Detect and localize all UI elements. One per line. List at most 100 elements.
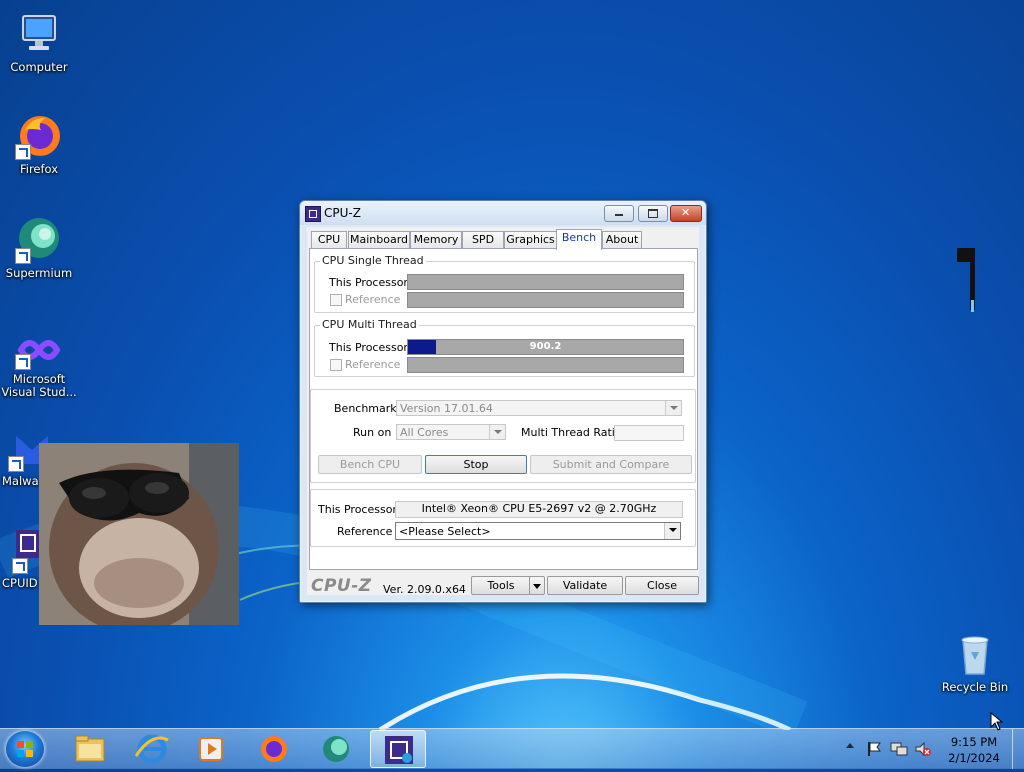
multi-score-value: 900.2 (529, 341, 562, 352)
shortcut-arrow-icon (15, 354, 31, 370)
chevron-down-icon (664, 523, 680, 539)
desktop-icon-label: CPUID (2, 576, 38, 590)
tab-mainboard[interactable]: Mainboard (348, 231, 410, 249)
close-button[interactable]: Close (625, 576, 699, 595)
shortcut-arrow-icon (15, 248, 31, 264)
chevron-down-icon (665, 401, 681, 415)
multi-thread-ratio-field (614, 425, 684, 441)
firefox-icon (15, 112, 63, 160)
folder-icon (75, 735, 105, 762)
desktop-icon-firefox[interactable]: Firefox (1, 112, 77, 176)
desktop-icon-label: Recycle Bin (941, 680, 1009, 694)
tools-button[interactable]: Tools (471, 576, 531, 595)
single-thread-title: CPU Single Thread (320, 254, 426, 267)
desktop-icon-computer[interactable]: Computer (1, 10, 77, 74)
tab-graphics[interactable]: Graphics (504, 231, 557, 249)
validate-button[interactable]: Validate (547, 576, 623, 595)
compare-reference-label: Reference (337, 525, 393, 538)
taskbar-internet-explorer[interactable] (124, 730, 180, 768)
run-on-select[interactable]: All Cores (396, 424, 506, 440)
action-center-flag-icon[interactable] (866, 741, 882, 757)
volume-muted-icon[interactable] (914, 741, 932, 757)
desktop-icon-recycle-bin[interactable]: Recycle Bin (940, 630, 1010, 694)
desktop-icon-label: Computer (10, 60, 68, 74)
tab-spd[interactable]: SPD (462, 231, 504, 249)
desktop-icon-label: Supermium (5, 266, 73, 280)
multi-reference-label: Reference (345, 358, 401, 371)
chimpanzee-sunglasses-image (39, 443, 239, 625)
maximize-button[interactable] (638, 205, 668, 222)
shortcut-arrow-icon (8, 456, 24, 472)
tab-cpu[interactable]: CPU (311, 231, 347, 249)
version-text: Ver. 2.09.0.x64 (383, 583, 466, 596)
mouse-cursor-icon (990, 712, 1004, 731)
computer-icon (15, 10, 63, 58)
tools-dropdown-button[interactable] (529, 576, 545, 595)
taskbar: 9:15 PM 2/1/2024 (0, 728, 1024, 769)
internet-explorer-icon (134, 734, 169, 764)
window-titlebar[interactable]: CPU-Z (300, 201, 706, 225)
multi-this-processor-label: This Processor (329, 341, 408, 354)
show-desktop-button[interactable] (1012, 729, 1024, 769)
taskbar-cpuz[interactable] (370, 730, 426, 768)
stop-button[interactable]: Stop (425, 455, 527, 474)
run-on-select-value: All Cores (400, 426, 449, 439)
chevron-down-icon (489, 425, 505, 439)
cpuid-icon (12, 526, 42, 574)
this-processor-name: Intel® Xeon® CPU E5-2697 v2 @ 2.70GHz (395, 501, 683, 518)
tab-bench[interactable]: Bench (556, 229, 602, 250)
minimize-button[interactable] (604, 205, 634, 222)
taskbar-explorer[interactable] (62, 730, 118, 768)
submit-compare-button[interactable]: Submit and Compare (530, 455, 692, 474)
multi-reference-checkbox[interactable] (330, 359, 342, 371)
network-icon[interactable] (890, 741, 908, 757)
desktop-icon-cpuid[interactable]: CPUID (0, 526, 44, 590)
clock-date: 2/1/2024 (948, 751, 1000, 765)
recycle-bin-icon (951, 630, 999, 678)
single-thread-group: CPU Single Thread This Processor Referen… (314, 254, 695, 313)
clock-time: 9:15 PM (950, 735, 998, 749)
taskbar-supermium[interactable] (308, 730, 364, 768)
desktop-icon-supermium[interactable]: Supermium (1, 216, 77, 280)
shortcut-arrow-icon (12, 558, 28, 574)
single-this-processor-label: This Processor (329, 276, 408, 289)
supermium-icon (323, 736, 349, 762)
tab-about[interactable]: About (602, 231, 642, 249)
benchmark-select[interactable]: Version 17.01.64 (396, 400, 682, 416)
multi-this-processor-bar: 900.2 (407, 339, 684, 355)
taskbar-firefox[interactable] (246, 730, 302, 768)
compare-this-processor-label: This Processor (318, 503, 397, 516)
single-reference-checkbox[interactable] (330, 294, 342, 306)
bench-cpu-button[interactable]: Bench CPU (318, 455, 422, 474)
desktop-icon-label: Malwa (2, 474, 39, 488)
cpuz-app-icon (305, 206, 321, 222)
single-reference-bar (407, 292, 684, 308)
single-reference-label: Reference (345, 293, 401, 306)
multi-reference-bar (407, 357, 684, 373)
multi-thread-group: CPU Multi Thread This Processor 900.2 Re… (314, 318, 695, 377)
close-window-button[interactable] (670, 205, 702, 222)
window-client: CPU Mainboard Memory SPD Graphics Bench … (307, 227, 699, 596)
taskbar-media-player[interactable] (184, 730, 240, 768)
shortcut-arrow-icon (15, 144, 31, 160)
reference-select[interactable]: <Please Select> (395, 522, 681, 540)
bench-panel: CPU Single Thread This Processor Referen… (309, 248, 698, 570)
compare-group: This Processor Intel® Xeon® CPU E5-2697 … (310, 489, 696, 547)
benchmark-label: Benchmark (334, 402, 397, 415)
windows-logo-icon (17, 741, 33, 757)
start-button[interactable] (6, 731, 44, 767)
reference-select-value: <Please Select> (399, 525, 491, 538)
taskbar-clock[interactable]: 9:15 PM 2/1/2024 (942, 734, 1006, 766)
settings-group: Benchmark Version 17.01.64 Run on All Co… (310, 389, 696, 483)
desktop-icon-label: Firefox (19, 162, 59, 176)
cpuz-icon (385, 736, 413, 764)
show-hidden-icons-button[interactable] (846, 743, 854, 748)
benchmark-select-value: Version 17.01.64 (400, 402, 493, 415)
firefox-icon (261, 736, 287, 762)
supermium-icon (15, 216, 63, 264)
desktop-icon-visual-studio[interactable]: Microsoft Visual Stud... (1, 330, 77, 399)
tab-memory[interactable]: Memory (410, 231, 462, 249)
window-title: CPU-Z (324, 206, 361, 220)
run-on-label: Run on (353, 426, 392, 439)
desktop-widget-icon (957, 248, 975, 312)
